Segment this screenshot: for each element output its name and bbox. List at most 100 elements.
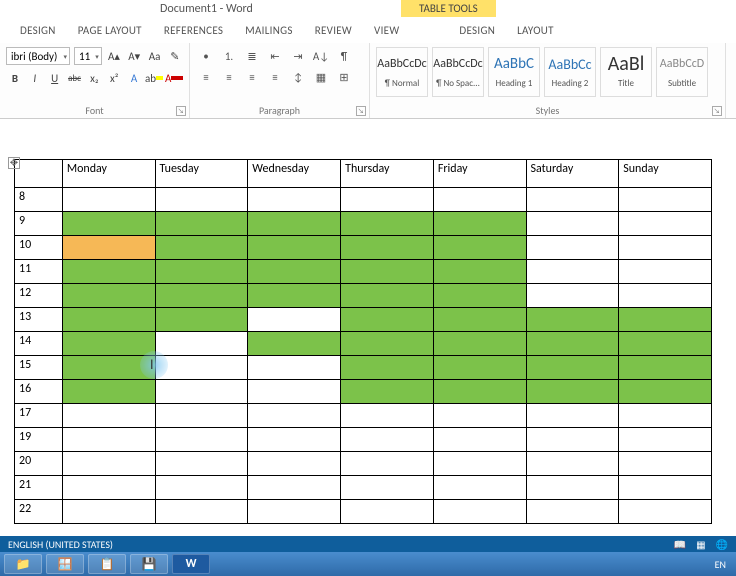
- cell-12-tuesday[interactable]: [155, 284, 248, 308]
- tab-view[interactable]: VIEW: [374, 24, 399, 37]
- cell-8-thursday[interactable]: [341, 188, 434, 212]
- cell-17-friday[interactable]: [433, 404, 526, 428]
- cell-16-tuesday[interactable]: [155, 380, 248, 404]
- cell-9-sunday[interactable]: [619, 212, 712, 236]
- style---no-spac---[interactable]: AaBbCcDc¶ No Spac...: [432, 47, 484, 97]
- taskbar-word[interactable]: W: [172, 554, 210, 574]
- font-size-select[interactable]: 11▾: [74, 47, 102, 65]
- increase-indent-button[interactable]: ⇥: [288, 47, 308, 65]
- cell-9-friday[interactable]: [433, 212, 526, 236]
- style-subtitle[interactable]: AaBbCcDSubtitle: [656, 47, 708, 97]
- cell-9-tuesday[interactable]: [155, 212, 248, 236]
- hour-22[interactable]: 22: [15, 500, 63, 524]
- cell-17-sunday[interactable]: [619, 404, 712, 428]
- cell-16-monday[interactable]: [62, 380, 155, 404]
- cell-8-saturday[interactable]: [526, 188, 619, 212]
- corner-cell[interactable]: [15, 160, 63, 188]
- cell-19-monday[interactable]: [62, 428, 155, 452]
- decrease-indent-button[interactable]: ⇤: [265, 47, 285, 65]
- subscript-button[interactable]: x₂: [85, 69, 103, 87]
- justify-button[interactable]: ≡: [265, 68, 285, 86]
- cell-15-monday[interactable]: [62, 356, 155, 380]
- cell-16-saturday[interactable]: [526, 380, 619, 404]
- cell-11-sunday[interactable]: [619, 260, 712, 284]
- cell-10-tuesday[interactable]: [155, 236, 248, 260]
- cell-9-wednesday[interactable]: [248, 212, 341, 236]
- hour-20[interactable]: 20: [15, 452, 63, 476]
- highlight-button[interactable]: ab: [145, 69, 163, 87]
- cell-13-saturday[interactable]: [526, 308, 619, 332]
- cell-15-thursday[interactable]: [341, 356, 434, 380]
- cell-14-thursday[interactable]: [341, 332, 434, 356]
- header-monday[interactable]: Monday: [62, 160, 155, 188]
- taskbar-lang[interactable]: EN: [715, 558, 732, 571]
- cell-21-friday[interactable]: [433, 476, 526, 500]
- cell-14-monday[interactable]: [62, 332, 155, 356]
- hour-19[interactable]: 19: [15, 428, 63, 452]
- cell-19-tuesday[interactable]: [155, 428, 248, 452]
- font-name-select[interactable]: ibri (Body)▾: [6, 47, 70, 65]
- shading-button[interactable]: ▦: [311, 68, 331, 86]
- hour-13[interactable]: 13: [15, 308, 63, 332]
- cell-16-wednesday[interactable]: [248, 380, 341, 404]
- cell-14-tuesday[interactable]: [155, 332, 248, 356]
- cell-17-tuesday[interactable]: [155, 404, 248, 428]
- borders-button[interactable]: ⊞: [334, 68, 354, 86]
- cell-9-monday[interactable]: [62, 212, 155, 236]
- cell-17-wednesday[interactable]: [248, 404, 341, 428]
- tab-table-layout[interactable]: LAYOUT: [517, 24, 554, 37]
- cell-8-friday[interactable]: [433, 188, 526, 212]
- hour-8[interactable]: 8: [15, 188, 63, 212]
- read-mode-icon[interactable]: 📖: [674, 538, 686, 551]
- underline-button[interactable]: U: [46, 69, 64, 87]
- cell-20-thursday[interactable]: [341, 452, 434, 476]
- cell-22-sunday[interactable]: [619, 500, 712, 524]
- web-layout-icon[interactable]: 🌐: [716, 538, 728, 551]
- header-sunday[interactable]: Sunday: [619, 160, 712, 188]
- cell-8-wednesday[interactable]: [248, 188, 341, 212]
- cell-20-tuesday[interactable]: [155, 452, 248, 476]
- cell-13-monday[interactable]: [62, 308, 155, 332]
- cell-14-saturday[interactable]: [526, 332, 619, 356]
- paragraph-dialog-launcher[interactable]: ↘: [356, 106, 366, 116]
- cell-10-sunday[interactable]: [619, 236, 712, 260]
- tab-page-layout[interactable]: PAGE LAYOUT: [78, 24, 142, 37]
- header-saturday[interactable]: Saturday: [526, 160, 619, 188]
- cell-21-monday[interactable]: [62, 476, 155, 500]
- cell-15-friday[interactable]: [433, 356, 526, 380]
- change-case-button[interactable]: Aa: [146, 47, 162, 65]
- hour-14[interactable]: 14: [15, 332, 63, 356]
- tab-design[interactable]: DESIGN: [20, 24, 56, 37]
- cell-15-saturday[interactable]: [526, 356, 619, 380]
- cell-19-friday[interactable]: [433, 428, 526, 452]
- header-friday[interactable]: Friday: [433, 160, 526, 188]
- numbering-button[interactable]: 1.: [219, 47, 239, 65]
- cell-19-sunday[interactable]: [619, 428, 712, 452]
- cell-14-sunday[interactable]: [619, 332, 712, 356]
- cell-20-sunday[interactable]: [619, 452, 712, 476]
- cell-17-thursday[interactable]: [341, 404, 434, 428]
- cell-12-thursday[interactable]: [341, 284, 434, 308]
- hour-16[interactable]: 16: [15, 380, 63, 404]
- cell-22-wednesday[interactable]: [248, 500, 341, 524]
- cell-22-tuesday[interactable]: [155, 500, 248, 524]
- tab-review[interactable]: REVIEW: [315, 24, 352, 37]
- cell-22-monday[interactable]: [62, 500, 155, 524]
- header-wednesday[interactable]: Wednesday: [248, 160, 341, 188]
- align-center-button[interactable]: ≡: [219, 68, 239, 86]
- cell-8-sunday[interactable]: [619, 188, 712, 212]
- tab-table-design[interactable]: DESIGN: [459, 24, 495, 37]
- align-right-button[interactable]: ≡: [242, 68, 262, 86]
- cell-16-sunday[interactable]: [619, 380, 712, 404]
- cell-11-saturday[interactable]: [526, 260, 619, 284]
- cell-14-wednesday[interactable]: [248, 332, 341, 356]
- tab-references[interactable]: REFERENCES: [164, 24, 223, 37]
- show-marks-button[interactable]: ¶: [334, 47, 354, 65]
- taskbar-app2[interactable]: 🪟: [46, 554, 84, 574]
- bullets-button[interactable]: •: [196, 47, 216, 65]
- cell-9-saturday[interactable]: [526, 212, 619, 236]
- cell-15-sunday[interactable]: [619, 356, 712, 380]
- cell-22-saturday[interactable]: [526, 500, 619, 524]
- cell-17-monday[interactable]: [62, 404, 155, 428]
- bold-button[interactable]: B: [6, 69, 24, 87]
